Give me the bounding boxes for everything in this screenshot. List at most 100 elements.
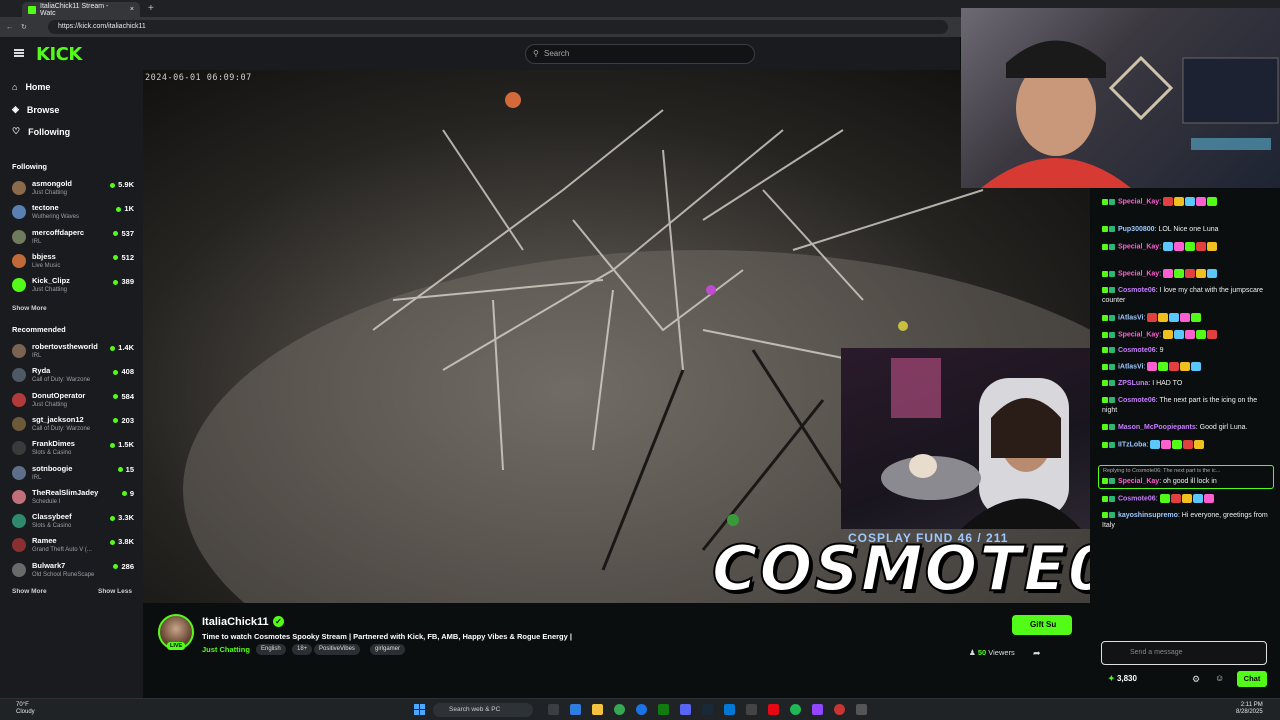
xbox-icon[interactable] bbox=[658, 704, 669, 715]
discord-icon[interactable] bbox=[680, 704, 691, 715]
sidebar-channel-mercoffdaperc[interactable]: mercoffdaperc IRL 537 bbox=[12, 227, 134, 249]
subscriber-badge-icon bbox=[1102, 331, 1108, 338]
new-tab-icon[interactable]: + bbox=[148, 3, 154, 14]
app-icon[interactable] bbox=[856, 704, 867, 715]
channel-name: Ryda bbox=[32, 366, 51, 376]
chrome-icon[interactable] bbox=[614, 704, 625, 715]
gift-subs-button[interactable]: Gift Su bbox=[1012, 615, 1072, 635]
file-explorer-icon[interactable] bbox=[592, 704, 603, 715]
sidebar-channel-classybeef[interactable]: Classybeef Slots & Casino 3.3K bbox=[12, 511, 134, 533]
sidebar-channel-asmongold[interactable]: asmongold Just Chatting 5.9K bbox=[12, 178, 134, 200]
streamer-name[interactable]: ItaliaChick11 bbox=[202, 616, 269, 628]
chat-username[interactable]: Special_Kay bbox=[1118, 198, 1159, 205]
windows-start-icon[interactable] bbox=[414, 704, 425, 715]
sidebar-channel-robertovstheworld[interactable]: robertovstheworld IRL 1.4K bbox=[12, 341, 134, 363]
twitch-icon[interactable] bbox=[812, 704, 823, 715]
chat-message: iAtlasVi: bbox=[1102, 313, 1272, 323]
obs-icon[interactable] bbox=[746, 704, 757, 715]
emote-icon bbox=[1185, 330, 1196, 339]
chat-username[interactable]: Special_Kay bbox=[1118, 243, 1159, 250]
chat-settings-icon[interactable]: ⚙ bbox=[1192, 674, 1200, 685]
sidebar-channel-donutoperator[interactable]: DonutOperator Just Chatting 584 bbox=[12, 390, 134, 412]
sidebar-item-browse[interactable]: ◈ Browse bbox=[12, 104, 59, 115]
chat-username[interactable]: Mason_McPoopiepants bbox=[1118, 424, 1196, 431]
show-more-recommended-button[interactable]: Show More bbox=[12, 588, 47, 595]
spotify-icon[interactable] bbox=[790, 704, 801, 715]
emote-icon bbox=[1147, 362, 1158, 371]
back-icon[interactable]: ← bbox=[6, 24, 13, 31]
chat-username[interactable]: kayoshinsupremo bbox=[1118, 512, 1178, 519]
task-view-icon[interactable] bbox=[548, 704, 559, 715]
chat-message-input[interactable]: Send a message bbox=[1101, 641, 1267, 665]
close-tab-icon[interactable]: × bbox=[130, 6, 134, 13]
stream-category[interactable]: Just Chatting bbox=[202, 645, 250, 654]
channel-avatar bbox=[12, 465, 26, 480]
sidebar-channel-sotnboogie[interactable]: sotnboogie IRL 15 bbox=[12, 463, 134, 485]
weather-temp: 70°F bbox=[16, 702, 29, 708]
sidebar-channel-sgt_jackson12[interactable]: sgt_jackson12 Call of Duty: Warzone 203 bbox=[12, 414, 134, 436]
chat-username[interactable]: Special_Kay bbox=[1118, 478, 1159, 485]
sidebar-channel-ryda[interactable]: Ryda Call of Duty: Warzone 408 bbox=[12, 365, 134, 387]
sidebar-channel-therealslimjadey[interactable]: TheRealSlimJadey Schedule I 9 bbox=[12, 487, 134, 509]
tag-english[interactable]: English bbox=[256, 644, 286, 655]
gift-badge-icon bbox=[1109, 287, 1115, 294]
chat-send-button[interactable]: Chat bbox=[1237, 671, 1267, 687]
subscriber-badge-icon bbox=[1102, 380, 1108, 387]
chat-username[interactable]: Cosmote06 bbox=[1118, 495, 1156, 502]
chat-username[interactable]: ZPSLuna bbox=[1118, 380, 1148, 387]
emote-icon bbox=[1163, 269, 1174, 278]
sidebar-channel-kick_clipz[interactable]: Kick_Clipz Just Chatting 389 bbox=[12, 275, 134, 297]
channel-viewers: 1.5K bbox=[110, 440, 134, 449]
settings-app-icon[interactable] bbox=[724, 704, 735, 715]
chat-username[interactable]: iAtlasVi bbox=[1118, 363, 1144, 370]
show-less-button[interactable]: Show Less bbox=[98, 588, 132, 595]
show-more-following-button[interactable]: Show More bbox=[12, 305, 47, 312]
edge-icon[interactable] bbox=[636, 704, 647, 715]
nav-label: Home bbox=[25, 82, 51, 92]
gift-badge-icon bbox=[1109, 495, 1115, 502]
emote-icon bbox=[1207, 242, 1218, 251]
sidebar-item-following[interactable]: ♡ Following bbox=[12, 126, 70, 137]
channel-viewers: 15 bbox=[118, 465, 134, 474]
sidebar-item-home[interactable]: ⌂ Home bbox=[12, 82, 50, 92]
emote-picker-icon[interactable]: ☺ bbox=[1215, 673, 1224, 683]
copilot-icon[interactable] bbox=[570, 704, 581, 715]
chat-username[interactable]: Cosmote06 bbox=[1118, 287, 1156, 294]
app-icon[interactable] bbox=[834, 704, 845, 715]
taskbar-search[interactable]: Search web & PC bbox=[433, 703, 533, 717]
chat-message: Cosmote06: bbox=[1102, 494, 1272, 504]
tag-girlgamer[interactable]: girlgamer bbox=[370, 644, 406, 655]
taskbar-clock[interactable]: 2:11 PM 8/28/2025 bbox=[1236, 702, 1263, 716]
channel-category: Call of Duty: Warzone bbox=[32, 377, 91, 384]
tag-18plus[interactable]: 18+ bbox=[292, 644, 313, 655]
netflix-icon[interactable] bbox=[768, 704, 779, 715]
browser-tab[interactable]: ItaliaChick11 Stream - Watc × bbox=[22, 2, 140, 17]
sidebar-channel-bbjess[interactable]: bbjess Live Music 512 bbox=[12, 251, 134, 273]
emote-icon bbox=[1196, 242, 1207, 251]
chat-message: Cosmote06: The next part is the icing on… bbox=[1102, 397, 1258, 414]
chat-username[interactable]: iAtlasVi bbox=[1118, 314, 1144, 321]
sidebar-channel-tectone[interactable]: tectone Wuthering Waves 1K bbox=[12, 202, 134, 224]
chat-username[interactable]: Pup300800 bbox=[1118, 226, 1155, 233]
sidebar-channel-ramee[interactable]: Ramee Grand Theft Auto V (... 3.8K bbox=[12, 535, 134, 557]
emote-icon bbox=[1181, 494, 1192, 503]
chat-username[interactable]: Cosmote06 bbox=[1118, 347, 1156, 354]
chat-username[interactable]: Cosmote06 bbox=[1118, 397, 1156, 404]
url-field[interactable]: https://kick.com/italiachick11 bbox=[48, 20, 948, 34]
share-icon[interactable]: ➦ bbox=[1033, 648, 1041, 659]
sidebar-channel-bulwark7[interactable]: Bulwark7 Old School RuneScape 286 bbox=[12, 560, 134, 582]
weather-widget[interactable]: 70°F Cloudy bbox=[16, 702, 35, 716]
channel-avatar bbox=[12, 368, 26, 383]
steam-icon[interactable] bbox=[702, 704, 713, 715]
reload-icon[interactable]: ↻ bbox=[21, 23, 27, 31]
chat-message: Special_Kay: bbox=[1102, 242, 1272, 252]
chat-username[interactable]: IITzLoba bbox=[1118, 441, 1146, 448]
chat-username[interactable]: Special_Kay bbox=[1118, 331, 1159, 338]
kick-logo[interactable]: KICK bbox=[36, 44, 82, 65]
tag-positivevibes[interactable]: PositiveVibes bbox=[314, 644, 360, 655]
channel-viewers: 3.8K bbox=[110, 537, 134, 546]
chat-username[interactable]: Special_Kay bbox=[1118, 270, 1159, 277]
menu-icon[interactable] bbox=[14, 49, 24, 57]
sidebar-channel-frankdimes[interactable]: FrankDimes Slots & Casino 1.5K bbox=[12, 438, 134, 460]
search-input[interactable]: ⚲ Search bbox=[525, 44, 755, 64]
